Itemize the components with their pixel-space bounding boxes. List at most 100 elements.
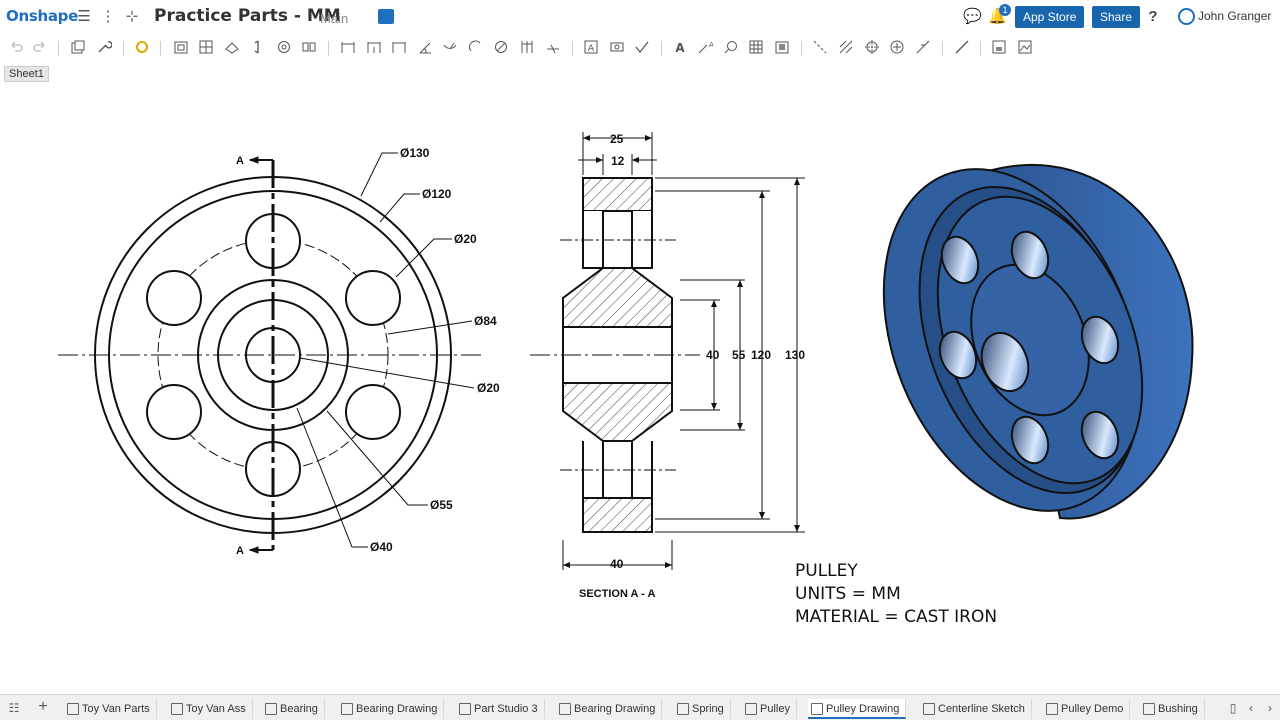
insert-icon[interactable]: ⊹: [123, 8, 141, 26]
tab-part-studio[interactable]: Pulley: [742, 699, 797, 719]
tab-label: Pulley: [760, 703, 790, 715]
note-line-units: UNITS = MM: [795, 584, 901, 604]
update-icon[interactable]: [134, 39, 150, 55]
tab-part-studio[interactable]: Bushing: [1140, 699, 1205, 719]
break-view-icon[interactable]: [301, 39, 317, 55]
section-caption: SECTION A - A: [579, 588, 655, 600]
user-avatar[interactable]: [1178, 8, 1195, 25]
versions-graph-icon[interactable]: [378, 9, 394, 24]
tab-label: Pulley Demo: [1061, 703, 1124, 715]
app-store-button[interactable]: App Store: [1015, 6, 1085, 28]
dim-label: 55: [732, 348, 746, 362]
comments-icon[interactable]: 💬: [963, 8, 982, 26]
front-view[interactable]: [58, 156, 485, 554]
part-studio-tab-icon: [459, 703, 471, 715]
tab-label: Centerline Sketch: [938, 703, 1025, 715]
dim-label: 130: [785, 348, 805, 362]
line-icon[interactable]: [954, 39, 970, 55]
drawing-tab-icon: [559, 703, 571, 715]
dim-label: Ø84: [474, 314, 497, 328]
part-studio-tab-icon: [745, 703, 757, 715]
tab-label: Spring: [692, 703, 724, 715]
radial-dimension-icon[interactable]: [442, 39, 458, 55]
table-icon[interactable]: [748, 39, 764, 55]
tab-part-studio[interactable]: Toy Van Parts: [64, 699, 157, 719]
tab-part-studio[interactable]: Spring: [674, 699, 731, 719]
isometric-view[interactable]: [836, 131, 1194, 549]
notification-badge: 1: [999, 4, 1011, 16]
chamfer-dimension-icon[interactable]: [519, 39, 535, 55]
tab-part-studio[interactable]: Bearing: [262, 699, 325, 719]
hole-callout-icon[interactable]: [493, 39, 509, 55]
document-title[interactable]: Practice Parts - MM: [154, 6, 341, 26]
tab-manager-icon[interactable]: ☷: [5, 699, 23, 717]
tab-part-studio[interactable]: Part Studio 3: [456, 699, 545, 719]
detail-view-icon[interactable]: [276, 39, 292, 55]
dim-label: 120: [751, 348, 771, 362]
note-icon[interactable]: A: [583, 39, 599, 55]
tab-drawing[interactable]: Pulley Drawing: [808, 699, 907, 719]
help-icon[interactable]: ?: [1144, 8, 1162, 26]
bottom-tab-bar: ☷ + Toy Van Parts Toy Van Ass Bearing Beari…: [0, 694, 1280, 720]
tab-label: Bushing: [1158, 703, 1198, 715]
drawing-tab-icon: [811, 703, 823, 715]
svg-text:A: A: [709, 41, 713, 49]
surface-finish-icon[interactable]: [634, 39, 650, 55]
scroll-right-icon[interactable]: ›: [1261, 699, 1279, 717]
text-icon[interactable]: A: [672, 39, 688, 55]
tab-drawing[interactable]: Bearing Drawing: [556, 699, 663, 719]
branch-label[interactable]: Main: [320, 11, 348, 26]
angular-dimension-icon[interactable]: [417, 39, 433, 55]
hamburger-menu-icon[interactable]: ☰: [75, 8, 93, 26]
sheet-properties-icon[interactable]: [70, 39, 86, 55]
linear-dimension-icon[interactable]: [340, 39, 356, 55]
center-mark-icon[interactable]: [864, 39, 880, 55]
user-name[interactable]: John Granger: [1198, 9, 1271, 23]
settings-wrench-icon[interactable]: [96, 39, 113, 55]
tab-part-studio[interactable]: Pulley Demo: [1043, 699, 1131, 719]
onshape-logo[interactable]: Onshape: [6, 7, 78, 25]
dimension-more-icon[interactable]: [545, 39, 561, 55]
front-view-leaders: [296, 152, 475, 548]
redo-icon[interactable]: [32, 39, 48, 55]
diameter-dimension-icon[interactable]: [468, 39, 484, 55]
insert-image-icon[interactable]: [1017, 39, 1033, 55]
drawing-canvas[interactable]: A A Ø130 Ø120 Ø20 Ø84 Ø20 Ø55 Ø40 25 12 …: [0, 90, 1280, 690]
tab-part-studio[interactable]: Centerline Sketch: [920, 699, 1032, 719]
share-button[interactable]: Share: [1092, 6, 1141, 28]
undo-icon[interactable]: [8, 39, 24, 55]
section-view[interactable]: [530, 177, 700, 533]
centerline-icon[interactable]: [812, 39, 828, 55]
part-studio-tab-icon: [1143, 703, 1155, 715]
tab-label: Toy Van Ass: [186, 703, 246, 715]
add-tab-icon[interactable]: +: [34, 698, 52, 716]
tab-drawing[interactable]: Bearing Drawing: [338, 699, 445, 719]
export-icon[interactable]: [991, 39, 1007, 55]
bom-table-icon[interactable]: [774, 39, 790, 55]
tab-overflow-icon[interactable]: ▯: [1224, 699, 1242, 717]
dim-label: 25: [610, 132, 624, 146]
tab-label: Bearing: [280, 703, 318, 715]
section-view-icon[interactable]: [250, 39, 266, 55]
callout-icon[interactable]: [609, 39, 625, 55]
tab-label: Pulley Drawing: [826, 703, 900, 715]
section-marker-bottom: A: [236, 545, 244, 557]
geometry-icon[interactable]: [915, 39, 931, 55]
leader-note-icon[interactable]: A: [697, 39, 714, 55]
auxiliary-view-icon[interactable]: [224, 39, 240, 55]
part-studio-tab-icon: [67, 703, 79, 715]
insert-view-icon[interactable]: [173, 39, 189, 55]
bolt-circle-icon[interactable]: [889, 39, 905, 55]
note-line-part-name: PULLEY: [795, 561, 858, 581]
feature-list-icon[interactable]: ⋮: [99, 8, 117, 26]
note-line-material: MATERIAL = CAST IRON: [795, 607, 998, 627]
projected-view-icon[interactable]: [198, 39, 214, 55]
sheet-tab[interactable]: Sheet1: [4, 66, 49, 82]
ordinate-dimension-icon[interactable]: [391, 39, 407, 55]
scroll-left-icon[interactable]: ‹: [1242, 699, 1260, 717]
datum-icon[interactable]: [723, 39, 739, 55]
baseline-dimension-icon[interactable]: [366, 39, 382, 55]
hatch-icon[interactable]: [838, 39, 854, 55]
tab-assembly[interactable]: Toy Van Ass: [168, 699, 253, 719]
dim-label: Ø130: [400, 146, 430, 160]
